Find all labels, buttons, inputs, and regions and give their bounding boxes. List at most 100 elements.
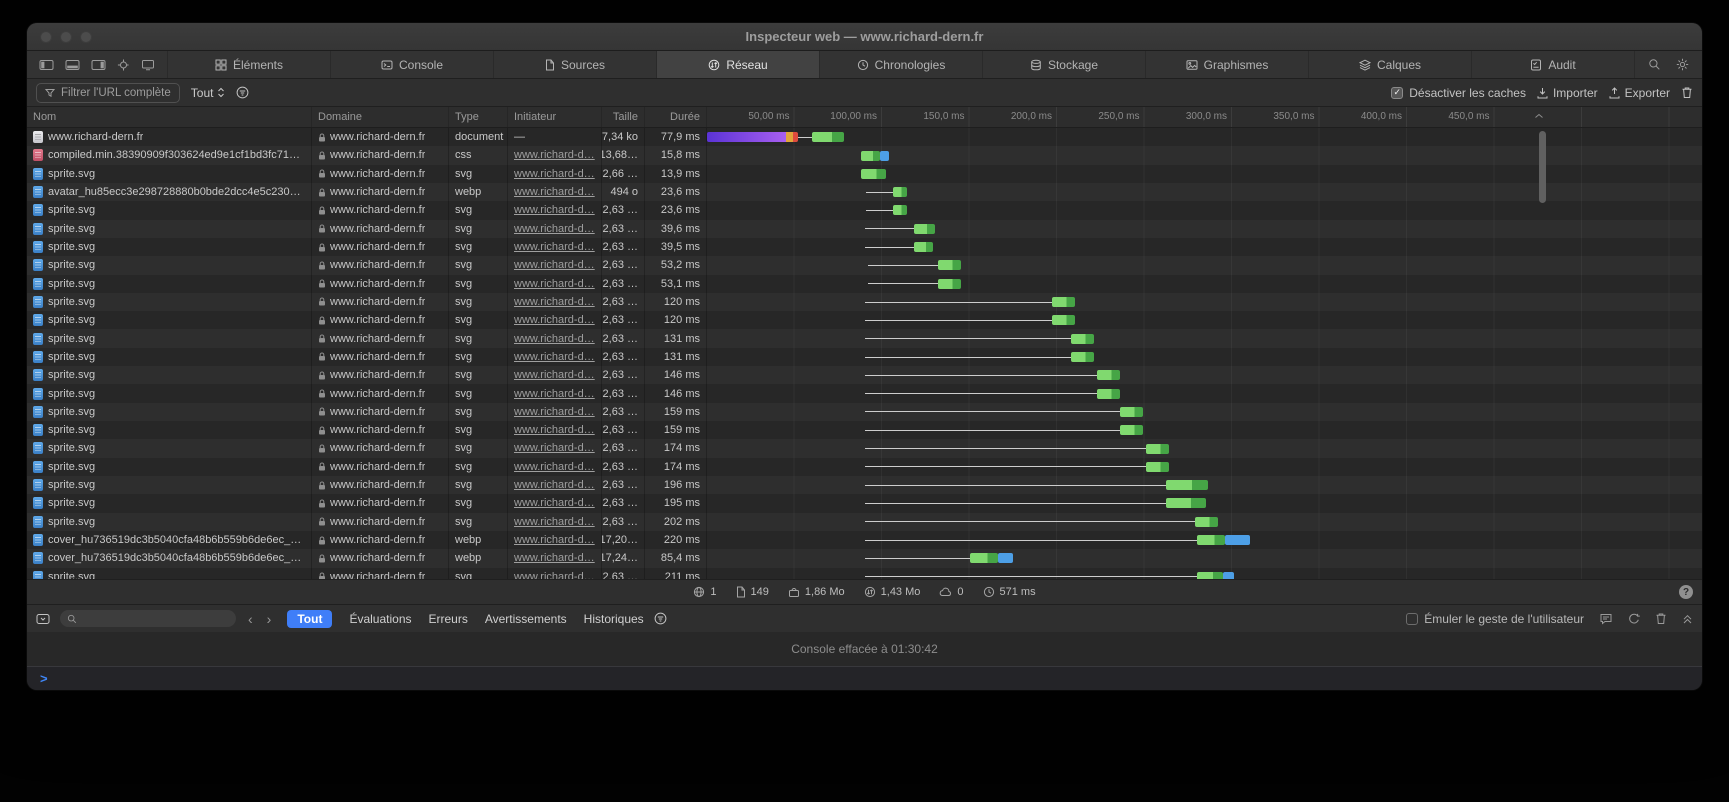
trash-icon[interactable] bbox=[1681, 86, 1693, 99]
dock-bottom-icon[interactable] bbox=[65, 59, 80, 71]
column-header-type[interactable]: Type bbox=[449, 107, 508, 127]
console-scope-icon[interactable] bbox=[36, 613, 50, 625]
initiator-link[interactable]: www.richard-d… bbox=[514, 424, 595, 436]
column-header-initiator[interactable]: Initiateur bbox=[508, 107, 602, 127]
network-request-row[interactable]: sprite.svgwww.richard-dern.frsvgwww.rich… bbox=[27, 458, 1702, 476]
network-request-row[interactable]: sprite.svgwww.richard-dern.frsvgwww.rich… bbox=[27, 256, 1702, 274]
column-header-duration[interactable]: Durée bbox=[645, 107, 707, 127]
initiator-link[interactable]: www.richard-d… bbox=[514, 168, 595, 180]
close-window-button[interactable] bbox=[40, 31, 52, 43]
tab-timelines[interactable]: Chronologies bbox=[819, 51, 982, 78]
network-request-row[interactable]: sprite.svgwww.richard-dern.frsvgwww.rich… bbox=[27, 384, 1702, 402]
network-request-row[interactable]: sprite.svgwww.richard-dern.frsvgwww.rich… bbox=[27, 476, 1702, 494]
initiator-link[interactable]: www.richard-d… bbox=[514, 149, 595, 161]
waterfall-bar-blue bbox=[880, 151, 889, 161]
column-header-domain[interactable]: Domaine bbox=[312, 107, 449, 127]
import-button[interactable]: Importer bbox=[1537, 86, 1598, 100]
initiator-link[interactable]: www.richard-d… bbox=[514, 461, 595, 473]
network-request-row[interactable]: cover_hu736519dc3b5040cfa48b6b559b6de6ec… bbox=[27, 531, 1702, 549]
initiator-link[interactable]: www.richard-d… bbox=[514, 278, 595, 290]
initiator-link[interactable]: www.richard-d… bbox=[514, 571, 595, 579]
export-button[interactable]: Exporter bbox=[1609, 86, 1670, 100]
tab-network[interactable]: Réseau bbox=[656, 51, 819, 78]
filter-scope-icon[interactable] bbox=[236, 86, 249, 99]
column-header-size[interactable]: Taille bbox=[602, 107, 645, 127]
network-request-row[interactable]: sprite.svgwww.richard-dern.frsvgwww.rich… bbox=[27, 275, 1702, 293]
initiator-link[interactable]: www.richard-d… bbox=[514, 259, 595, 271]
initiator-link[interactable]: www.richard-d… bbox=[514, 186, 595, 198]
initiator-link[interactable]: www.richard-d… bbox=[514, 204, 595, 216]
tab-storage[interactable]: Stockage bbox=[982, 51, 1145, 78]
tab-audit[interactable]: Audit bbox=[1471, 51, 1634, 78]
network-request-row[interactable]: cover_hu736519dc3b5040cfa48b6b559b6de6ec… bbox=[27, 549, 1702, 567]
network-request-row[interactable]: sprite.svgwww.richard-dern.frsvgwww.rich… bbox=[27, 293, 1702, 311]
initiator-link[interactable]: www.richard-d… bbox=[514, 296, 595, 308]
network-request-row[interactable]: sprite.svgwww.richard-dern.frsvgwww.rich… bbox=[27, 238, 1702, 256]
console-search-field[interactable] bbox=[60, 610, 236, 627]
network-request-row[interactable]: sprite.svgwww.richard-dern.frsvgwww.rich… bbox=[27, 366, 1702, 384]
zoom-window-button[interactable] bbox=[80, 31, 92, 43]
tab-layers[interactable]: Calques bbox=[1308, 51, 1471, 78]
disable-caches-checkbox[interactable]: ✓ Désactiver les caches bbox=[1391, 86, 1526, 100]
initiator-link[interactable]: www.richard-d… bbox=[514, 516, 595, 528]
console-scope-3[interactable]: Avertissements bbox=[485, 612, 567, 626]
initiator-link[interactable]: www.richard-d… bbox=[514, 333, 595, 345]
network-request-row[interactable]: www.richard-dern.frwww.richard-dern.frdo… bbox=[27, 128, 1702, 146]
network-request-row[interactable]: sprite.svgwww.richard-dern.frsvgwww.rich… bbox=[27, 348, 1702, 366]
console-messages-icon[interactable] bbox=[1599, 613, 1613, 625]
initiator-link[interactable]: www.richard-d… bbox=[514, 442, 595, 454]
network-request-row[interactable]: sprite.svgwww.richard-dern.frsvgwww.rich… bbox=[27, 311, 1702, 329]
initiator-link[interactable]: www.richard-d… bbox=[514, 552, 595, 564]
network-request-row[interactable]: sprite.svgwww.richard-dern.frsvgwww.rich… bbox=[27, 220, 1702, 238]
tab-console[interactable]: Console bbox=[330, 51, 493, 78]
column-header-name[interactable]: Nom bbox=[27, 107, 312, 127]
initiator-link[interactable]: www.richard-d… bbox=[514, 314, 595, 326]
initiator-link[interactable]: www.richard-d… bbox=[514, 479, 595, 491]
network-request-row[interactable]: sprite.svgwww.richard-dern.frsvgwww.rich… bbox=[27, 421, 1702, 439]
gear-icon[interactable] bbox=[1676, 58, 1689, 71]
tab-elements[interactable]: Éléments bbox=[167, 51, 330, 78]
initiator-link[interactable]: www.richard-d… bbox=[514, 369, 595, 381]
dock-side-icon[interactable] bbox=[39, 59, 54, 71]
network-request-row[interactable]: sprite.svgwww.richard-dern.frsvgwww.rich… bbox=[27, 568, 1702, 580]
emulate-gesture-checkbox[interactable]: Émuler le geste de l'utilisateur bbox=[1406, 612, 1584, 626]
expand-console-icon[interactable] bbox=[1682, 613, 1693, 625]
history-forward-icon[interactable]: › bbox=[265, 612, 274, 626]
network-request-row[interactable]: sprite.svgwww.richard-dern.frsvgwww.rich… bbox=[27, 201, 1702, 219]
network-request-row[interactable]: sprite.svgwww.richard-dern.frsvgwww.rich… bbox=[27, 403, 1702, 421]
network-request-row[interactable]: sprite.svgwww.richard-dern.frsvgwww.rich… bbox=[27, 513, 1702, 531]
clear-console-icon[interactable] bbox=[1655, 612, 1667, 625]
network-request-row[interactable]: sprite.svgwww.richard-dern.frsvgwww.rich… bbox=[27, 439, 1702, 457]
console-scope-0[interactable]: Tout bbox=[287, 610, 332, 628]
element-picker-icon[interactable] bbox=[117, 59, 130, 71]
help-button[interactable]: ? bbox=[1679, 585, 1693, 599]
network-request-row[interactable]: avatar_hu85ecc3e298728880b0bde2dcc4e5c23… bbox=[27, 183, 1702, 201]
network-request-row[interactable]: sprite.svgwww.richard-dern.frsvgwww.rich… bbox=[27, 494, 1702, 512]
network-request-row[interactable]: sprite.svgwww.richard-dern.frsvgwww.rich… bbox=[27, 165, 1702, 183]
tab-sources[interactable]: Sources bbox=[493, 51, 656, 78]
console-filter-icon[interactable] bbox=[654, 612, 667, 625]
collapse-ruler-icon[interactable] bbox=[1534, 113, 1544, 119]
console-scope-2[interactable]: Erreurs bbox=[429, 612, 468, 626]
network-request-row[interactable]: sprite.svgwww.richard-dern.frsvgwww.rich… bbox=[27, 329, 1702, 347]
history-back-icon[interactable]: ‹ bbox=[246, 612, 255, 626]
device-settings-icon[interactable] bbox=[141, 59, 155, 71]
initiator-link[interactable]: www.richard-d… bbox=[514, 497, 595, 509]
tab-graphics[interactable]: Graphismes bbox=[1145, 51, 1308, 78]
initiator-link[interactable]: www.richard-d… bbox=[514, 534, 595, 546]
initiator-link[interactable]: www.richard-d… bbox=[514, 406, 595, 418]
url-filter-field[interactable]: Filtrer l'URL complète bbox=[36, 83, 180, 103]
initiator-link[interactable]: www.richard-d… bbox=[514, 223, 595, 235]
initiator-link[interactable]: www.richard-d… bbox=[514, 241, 595, 253]
minimize-window-button[interactable] bbox=[60, 31, 72, 43]
resource-type-popup[interactable]: Tout bbox=[191, 86, 226, 100]
search-icon[interactable] bbox=[1648, 58, 1661, 71]
dock-right-icon[interactable] bbox=[91, 59, 106, 71]
preserve-log-icon[interactable] bbox=[1628, 613, 1640, 625]
console-scope-1[interactable]: Évaluations bbox=[349, 612, 411, 626]
initiator-link[interactable]: www.richard-d… bbox=[514, 388, 595, 400]
initiator-link[interactable]: www.richard-d… bbox=[514, 351, 595, 363]
console-scope-4[interactable]: Historiques bbox=[584, 612, 644, 626]
network-request-row[interactable]: compiled.min.38390909f303624ed9e1cf1bd3f… bbox=[27, 146, 1702, 164]
request-domain-cell: www.richard-dern.fr bbox=[312, 384, 449, 402]
